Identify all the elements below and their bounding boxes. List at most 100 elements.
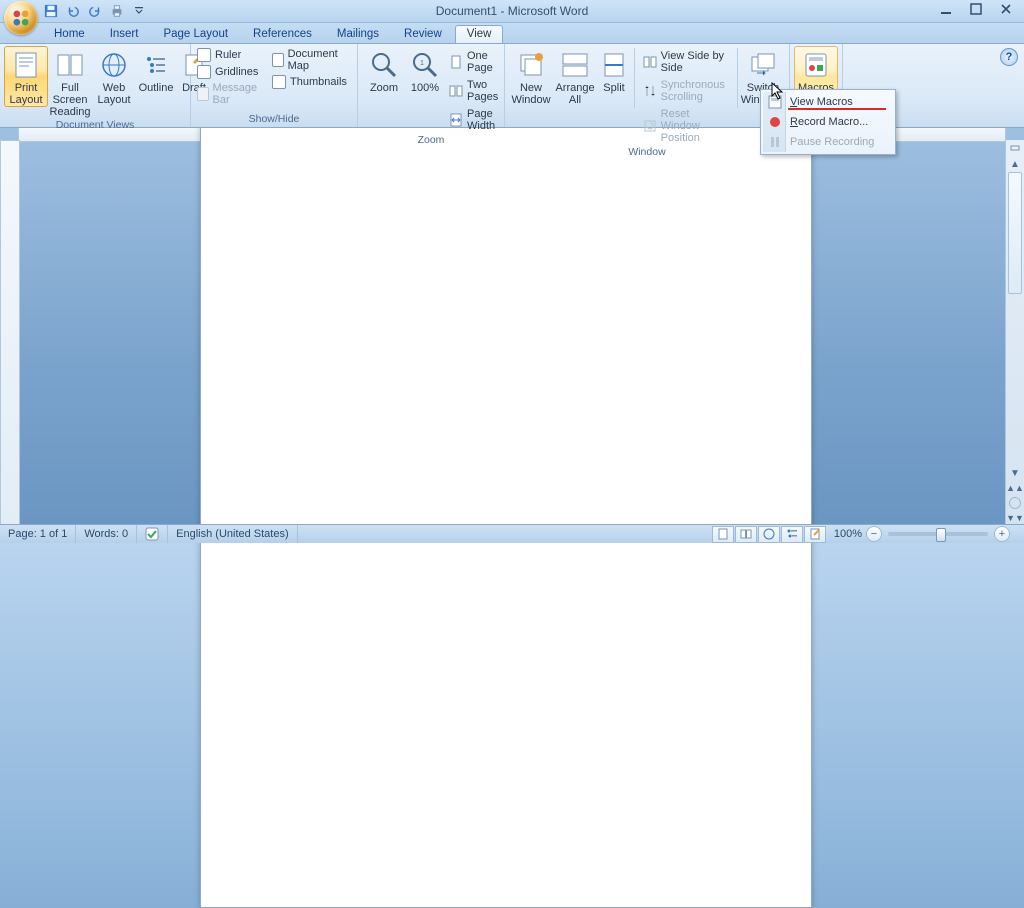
record-macro-icon	[767, 114, 783, 130]
qat-undo-button[interactable]	[64, 2, 82, 20]
status-bar: Page: 1 of 1 Words: 0 English (United St…	[0, 524, 1024, 543]
ruler-checkbox[interactable]: Ruler	[197, 48, 264, 62]
window-title: Document1 - Microsoft Word	[0, 4, 1024, 18]
outline-button[interactable]: Outline	[136, 46, 176, 95]
status-zoom-percent[interactable]: 100%	[830, 525, 866, 543]
close-button[interactable]	[992, 0, 1020, 18]
qat-redo-button[interactable]	[86, 2, 104, 20]
vertical-ruler[interactable]	[0, 140, 20, 525]
ruler-toggle-button[interactable]	[1007, 140, 1023, 156]
scroll-up-button[interactable]: ▲	[1007, 156, 1023, 172]
view-side-by-side-button[interactable]: View Side by Side	[638, 48, 735, 76]
arrange-all-button[interactable]: Arrange All	[553, 46, 597, 107]
synchronous-scrolling-icon	[643, 83, 657, 99]
full-screen-reading-icon	[54, 49, 86, 81]
tab-review[interactable]: Review	[392, 25, 454, 43]
minimize-icon	[940, 3, 952, 15]
maximize-button[interactable]	[962, 0, 990, 18]
page-width-button[interactable]: Page Width	[444, 106, 505, 134]
tab-page-layout[interactable]: Page Layout	[151, 25, 240, 43]
title-bar: Document1 - Microsoft Word	[0, 0, 1024, 23]
outline-label: Outline	[139, 82, 174, 94]
zoom-100-icon: 1	[409, 49, 441, 81]
view-macros-icon	[767, 94, 783, 110]
view-side-by-side-icon	[643, 54, 657, 70]
zoom-slider[interactable]	[888, 532, 988, 536]
split-label: Split	[603, 82, 624, 94]
tab-insert[interactable]: Insert	[98, 25, 151, 43]
reset-window-position-label: Reset Window Position	[661, 108, 730, 144]
svg-text:1: 1	[420, 60, 424, 67]
zoom-slider-knob[interactable]	[936, 528, 946, 542]
red-underline	[788, 108, 886, 110]
print-layout-label: Print Layout	[9, 82, 42, 106]
redo-icon	[88, 4, 102, 18]
undo-icon	[66, 4, 80, 18]
divider	[737, 48, 738, 108]
scroll-thumb[interactable]	[1008, 172, 1022, 294]
select-browse-object-button[interactable]	[1009, 497, 1021, 509]
print-layout-icon	[10, 49, 42, 81]
status-language[interactable]: English (United States)	[168, 525, 298, 543]
split-icon	[598, 49, 630, 81]
reset-window-position-button: Reset Window Position	[638, 106, 735, 146]
zoom-out-button[interactable]: −	[866, 526, 882, 542]
qat-customize-button[interactable]	[130, 2, 148, 20]
full-screen-reading-button[interactable]: Full Screen Reading	[48, 46, 92, 119]
page-width-label: Page Width	[467, 108, 500, 132]
gridlines-checkbox[interactable]: Gridlines	[197, 65, 264, 79]
zoom-100-button[interactable]: 1 100%	[406, 46, 444, 95]
maximize-icon	[970, 3, 982, 15]
tab-mailings[interactable]: Mailings	[325, 25, 391, 43]
minimize-button[interactable]	[932, 0, 960, 18]
tab-home[interactable]: Home	[42, 25, 97, 43]
thumbnails-checkbox[interactable]: Thumbnails	[272, 75, 347, 89]
status-view-buttons	[712, 526, 826, 543]
office-button[interactable]	[4, 1, 38, 35]
two-pages-label: Two Pages	[467, 79, 500, 103]
two-pages-button[interactable]: Two Pages	[444, 77, 505, 105]
ribbon-help-button[interactable]: ?	[1000, 48, 1018, 66]
two-pages-icon	[449, 83, 463, 99]
status-full-screen-button[interactable]	[735, 526, 757, 543]
quick-access-toolbar	[42, 2, 148, 20]
status-proofing[interactable]	[137, 525, 168, 543]
scroll-down-button[interactable]: ▼	[1007, 465, 1023, 481]
new-window-icon	[515, 49, 547, 81]
status-web-layout-button[interactable]	[758, 526, 780, 543]
scroll-track[interactable]	[1006, 172, 1024, 465]
proofing-icon	[145, 527, 159, 541]
previous-page-button[interactable]: ▲▲	[1007, 481, 1023, 495]
view-macros-menuitem[interactable]: View Macros	[763, 92, 893, 112]
tab-view[interactable]: View	[455, 25, 504, 43]
status-page[interactable]: Page: 1 of 1	[0, 525, 76, 543]
office-logo-icon	[11, 8, 31, 28]
document-map-checkbox[interactable]: Document Map	[272, 48, 347, 72]
close-icon	[1000, 3, 1012, 15]
print-layout-button[interactable]: Print Layout	[4, 46, 48, 107]
record-macro-menuitem[interactable]: Record Macro...	[763, 112, 893, 132]
document-page[interactable]	[200, 126, 812, 908]
zoom-in-button[interactable]: +	[994, 526, 1010, 542]
next-page-button[interactable]: ▼▼	[1007, 511, 1023, 525]
ribbon-tabstrip: Home Insert Page Layout References Maili…	[0, 23, 1024, 44]
zoom-button[interactable]: Zoom	[362, 46, 406, 95]
web-layout-button[interactable]: Web Layout	[92, 46, 136, 107]
split-button[interactable]: Split	[597, 46, 631, 95]
qat-print-button[interactable]	[108, 2, 126, 20]
group-label-document-views: Document Views	[4, 119, 186, 133]
one-page-button[interactable]: One Page	[444, 48, 505, 76]
group-label-show-hide: Show/Hide	[195, 113, 353, 127]
status-draft-button[interactable]	[804, 526, 826, 543]
status-print-layout-button[interactable]	[712, 526, 734, 543]
tab-references[interactable]: References	[241, 25, 324, 43]
synchronous-scrolling-label: Synchronous Scrolling	[661, 79, 730, 103]
status-outline-button[interactable]	[781, 526, 803, 543]
status-words[interactable]: Words: 0	[76, 525, 137, 543]
one-page-icon	[449, 54, 463, 70]
view-side-by-side-label: View Side by Side	[661, 50, 730, 74]
qat-save-button[interactable]	[42, 2, 60, 20]
window-controls	[932, 0, 1020, 18]
vertical-scrollbar[interactable]: ▲ ▼ ▲▲ ▼▼	[1005, 140, 1024, 525]
new-window-button[interactable]: New Window	[509, 46, 553, 107]
